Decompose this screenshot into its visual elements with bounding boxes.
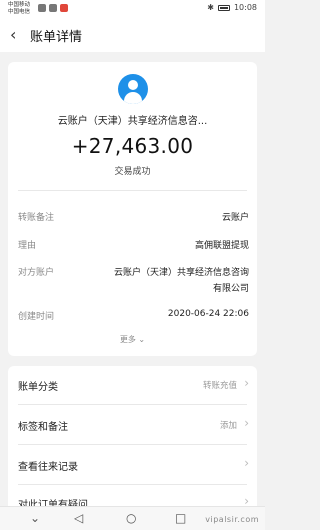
divider <box>18 190 247 191</box>
counterparty-value-2: 有限公司 <box>212 284 249 294</box>
account-name: 云账户（天津）共享经济信息咨... <box>57 116 208 127</box>
wifi-icon <box>49 4 57 12</box>
divider <box>18 404 247 405</box>
status-bar: 中国移动 中国电信 ✱ 10:08 <box>0 0 265 18</box>
watermark: vipalsir.com <box>205 515 259 524</box>
remark-value: 云账户 <box>221 213 249 223</box>
category-value: 转账充值 <box>202 381 237 391</box>
history-row[interactable]: 查看往来记录 › <box>18 450 249 480</box>
carrier-text: 中国移动 中国电信 <box>8 2 30 16</box>
page-title: 账单详情 <box>30 30 83 45</box>
transaction-card: 云账户（天津）共享经济信息咨... +27,463.00 交易成功 转账备注 云… <box>8 62 257 356</box>
chevron-right-icon: › <box>244 376 249 390</box>
category-label: 账单分类 <box>18 382 58 393</box>
tags-value: 添加 <box>219 421 237 431</box>
reason-value: 高佣联盟提现 <box>194 241 249 251</box>
tags-label: 标签和备注 <box>18 422 68 433</box>
more-label: 更多 <box>119 335 136 344</box>
chevron-right-icon: › <box>244 456 249 470</box>
bluetooth-icon: ✱ <box>207 3 214 12</box>
nav-collapse-icon[interactable]: ⌄ <box>30 511 40 525</box>
history-label: 查看往来记录 <box>18 462 78 473</box>
status-left-icons <box>38 4 68 12</box>
carrier-2: 中国电信 <box>8 9 31 15</box>
transaction-status: 交易成功 <box>114 167 151 177</box>
more-button[interactable]: 更多 ⌄ <box>8 334 257 345</box>
battery-icon <box>217 4 230 11</box>
chevron-right-icon: › <box>244 416 249 430</box>
divider <box>18 444 247 445</box>
status-time: 10:08 <box>233 3 257 12</box>
chevron-down-icon: ⌄ <box>138 335 146 344</box>
user-avatar-icon <box>118 74 148 104</box>
app-notification-icon <box>60 4 68 12</box>
signal-icon <box>38 4 46 12</box>
created-value: 2020-06-24 22:06 <box>167 309 249 319</box>
counterparty-label: 对方账户 <box>18 268 55 278</box>
counterparty-value-1: 云账户（天津）共享经济信息咨询 <box>113 268 249 278</box>
nav-home-icon[interactable]: ○ <box>126 511 136 525</box>
created-label: 创建时间 <box>18 312 55 322</box>
amount: +27,463.00 <box>71 134 194 158</box>
divider <box>18 484 247 485</box>
nav-back-icon[interactable]: ◁ <box>74 511 83 525</box>
back-arrow-icon[interactable]: ‹ <box>10 25 16 45</box>
category-row[interactable]: 账单分类 转账充值 › <box>18 370 249 400</box>
status-right: ✱ 10:08 <box>207 3 257 12</box>
reason-label: 理由 <box>18 241 37 251</box>
system-nav-bar: ⌄ ◁ ○ □ vipalsir.com <box>0 506 265 530</box>
carrier-1: 中国移动 <box>8 2 31 8</box>
remark-label: 转账备注 <box>18 213 55 223</box>
header: ‹ 账单详情 <box>0 18 265 52</box>
tags-row[interactable]: 标签和备注 添加 › <box>18 410 249 440</box>
nav-recents-icon[interactable]: □ <box>175 511 186 525</box>
